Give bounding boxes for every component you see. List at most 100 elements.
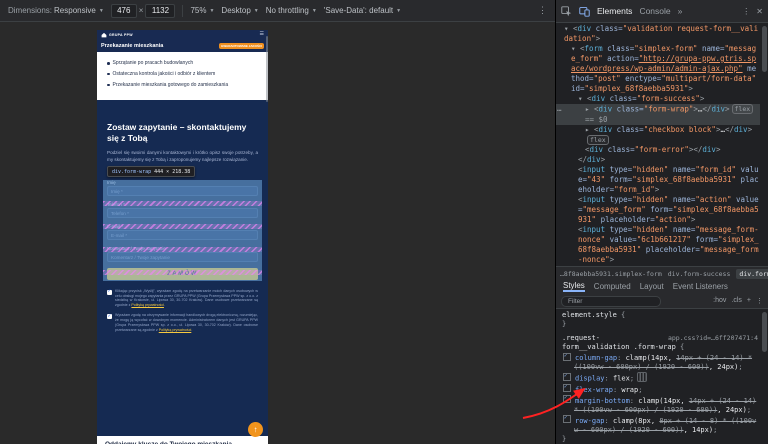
zoom-dropdown[interactable]: 75% ▼ — [190, 6, 214, 15]
syntax-segment: "checkbox block" — [643, 124, 716, 134]
toggle-classes[interactable]: .cls — [731, 297, 742, 305]
syntax-segment: "message_form" — [582, 205, 646, 214]
property-enabled-checkbox[interactable] — [563, 383, 571, 392]
elements-scrollbar-thumb[interactable] — [762, 26, 767, 72]
more-tabs-chevron[interactable]: » — [678, 6, 683, 16]
styles-scrollbar-thumb[interactable] — [762, 312, 767, 352]
property-enabled-checkbox[interactable] — [563, 352, 571, 361]
property-name[interactable]: margin-bottom — [575, 397, 630, 405]
menu-icon[interactable]: ☰ — [260, 32, 264, 37]
css-property[interactable]: margin-bottom: clamp(14px, 14px + (24 - … — [562, 394, 758, 415]
viewport-size-controls: × — [110, 3, 176, 18]
syntax-segment: type= — [605, 225, 633, 234]
property-enabled-checkbox[interactable] — [563, 414, 571, 423]
breadcrumb-item-selected[interactable]: div.form-wrap — [736, 268, 768, 279]
syntax-segment: class= — [591, 24, 623, 33]
css-property[interactable]: display: flex; — [562, 372, 758, 384]
privacy-policy-link[interactable]: Polityką prywatności — [131, 303, 164, 307]
semicolon: ; — [713, 425, 718, 434]
page-topbar: GRUPA PPW ☰ — [97, 30, 268, 39]
syntax-segment: class= — [612, 104, 644, 114]
brand-text: GRUPA PPW — [109, 32, 133, 37]
syntax-segment: name= — [668, 165, 696, 174]
device-type-dropdown[interactable]: Desktop ▼ — [221, 6, 258, 15]
devtools-kebab-icon[interactable]: ⋮ — [742, 7, 750, 16]
dimensions-mode-dropdown[interactable]: Dimensions: Responsive ▼ — [8, 6, 104, 15]
styles-filter-input[interactable]: Filter — [561, 295, 661, 307]
dom-tree-node[interactable]: ▾ <div class="form-success"> — [556, 94, 760, 104]
property-value[interactable]: flex — [613, 375, 630, 383]
consent-checkbox[interactable] — [107, 288, 112, 295]
benefits-list: Sprzątanie po pracach budowlanych Ostatec… — [97, 52, 268, 101]
new-style-rule-button[interactable]: + — [747, 297, 751, 305]
css-selector[interactable]: .request-form__validation .form-wrap — [562, 334, 676, 351]
flex-gap-hatch — [103, 270, 262, 275]
benefit-item: Przekazanie mieszkania gotowego do zamie… — [107, 82, 260, 89]
property-value[interactable]: , 24px) — [709, 363, 739, 371]
tab-elements[interactable]: Elements — [597, 6, 632, 16]
save-data-dropdown[interactable]: 'Save-Data': default ▼ — [324, 6, 401, 15]
property-name[interactable]: display — [575, 375, 605, 383]
syntax-segment: > — [715, 145, 721, 154]
property-value[interactable]: , 24px) — [717, 406, 747, 414]
flex-badge[interactable]: flex — [731, 104, 754, 114]
scroll-to-top-button[interactable]: ↑ — [248, 422, 263, 437]
benefit-text: Ostateczna kontrola jakości i odbiór z k… — [112, 70, 216, 77]
property-value[interactable]: clamp(14px, — [626, 354, 677, 362]
property-enabled-checkbox[interactable] — [563, 394, 571, 403]
styles-kebab-icon[interactable]: ⋮ — [756, 297, 763, 305]
syntax-segment: name= — [668, 225, 696, 234]
device-toolbar: Dimensions: Responsive ▼ × 75% ▼ Desktop… — [0, 0, 555, 22]
devtools-close-icon[interactable]: ✕ — [756, 7, 763, 16]
syntax-segment: div — [591, 94, 606, 103]
tab-styles[interactable]: Styles — [563, 281, 585, 292]
times-separator: × — [138, 6, 144, 15]
toggle-device-toolbar-icon[interactable] — [579, 6, 590, 17]
property-name[interactable]: row-gap — [575, 417, 605, 425]
hero-badge[interactable]: GWARANTOWANE JAKOŚCI — [219, 42, 264, 49]
dom-tree-node[interactable]: ▸ <div class="checkbox block">…</div>fle… — [556, 125, 760, 146]
inspect-element-icon[interactable] — [561, 5, 572, 17]
privacy-policy-link[interactable]: Polityką prywatności — [159, 328, 192, 332]
property-value[interactable]: wrap — [621, 386, 638, 394]
property-name[interactable]: column-gap — [575, 354, 617, 362]
flex-editor-icon[interactable] — [637, 372, 648, 382]
property-value[interactable]: clamp(14px, — [638, 397, 689, 405]
dom-tree-node[interactable]: <input type="hidden" name="form_id" valu… — [556, 165, 760, 195]
dom-tree-node[interactable]: </div> — [556, 155, 760, 165]
css-selector[interactable]: element.style — [562, 311, 617, 319]
dom-tree-node[interactable]: … ▸ <div class="form-wrap">…</div> flex ==… — [556, 104, 760, 125]
dom-tree-node[interactable]: <div class="form-error"></div> — [556, 145, 760, 155]
throttling-value: No throttling — [265, 6, 309, 15]
syntax-segment: class= — [612, 124, 644, 134]
property-enabled-checkbox[interactable] — [563, 372, 571, 381]
property-value[interactable]: clamp(8px, — [613, 417, 659, 425]
viewport-width-input[interactable] — [110, 3, 137, 18]
consent-checkbox[interactable] — [107, 313, 112, 320]
stylesheet-link[interactable]: app.css?id=…6ff207471:4 — [668, 334, 758, 343]
css-property[interactable]: row-gap: clamp(8px, 8px + (14 - 8) * ((1… — [562, 414, 758, 435]
dom-tree-node[interactable]: ▾ <div class="validation request-form__v… — [556, 24, 760, 44]
tab-event-listeners[interactable]: Event Listeners — [673, 282, 728, 291]
breadcrumb-item[interactable]: …8f8aebba5931.simplex-form — [560, 270, 662, 278]
tab-computed[interactable]: Computed — [594, 282, 631, 291]
tab-layout[interactable]: Layout — [640, 282, 664, 291]
toggle-hover-state[interactable]: :hov — [713, 297, 726, 305]
benefit-item: Ostateczna kontrola jakości i odbiór z k… — [107, 71, 260, 78]
property-value[interactable]: , 14px) — [684, 426, 714, 434]
css-property[interactable]: flex-wrap: wrap; — [562, 383, 758, 395]
property-name[interactable]: flex-wrap — [575, 386, 613, 394]
css-property[interactable]: column-gap: clamp(14px, 14px + (24 - 14)… — [562, 352, 758, 372]
dom-tree-node[interactable]: ▾ <form class="simplex-form" name="messa… — [556, 44, 760, 94]
tab-console[interactable]: Console — [639, 6, 670, 16]
throttling-dropdown[interactable]: No throttling ▼ — [266, 6, 317, 15]
flex-badge[interactable]: flex — [587, 134, 609, 145]
dom-tree-node[interactable]: <input type="hidden" name="message_form-… — [556, 225, 760, 265]
page-scrollbar[interactable] — [265, 36, 268, 102]
breadcrumb-item[interactable]: div.form-success — [668, 270, 731, 278]
syntax-segment: > — [595, 34, 601, 43]
device-toolbar-kebab-icon[interactable]: ⋮ — [538, 5, 547, 16]
syntax-segment: type= — [605, 195, 633, 204]
dom-tree-node[interactable]: <input type="hidden" name="action" value… — [556, 195, 760, 225]
viewport-height-input[interactable] — [145, 3, 176, 18]
